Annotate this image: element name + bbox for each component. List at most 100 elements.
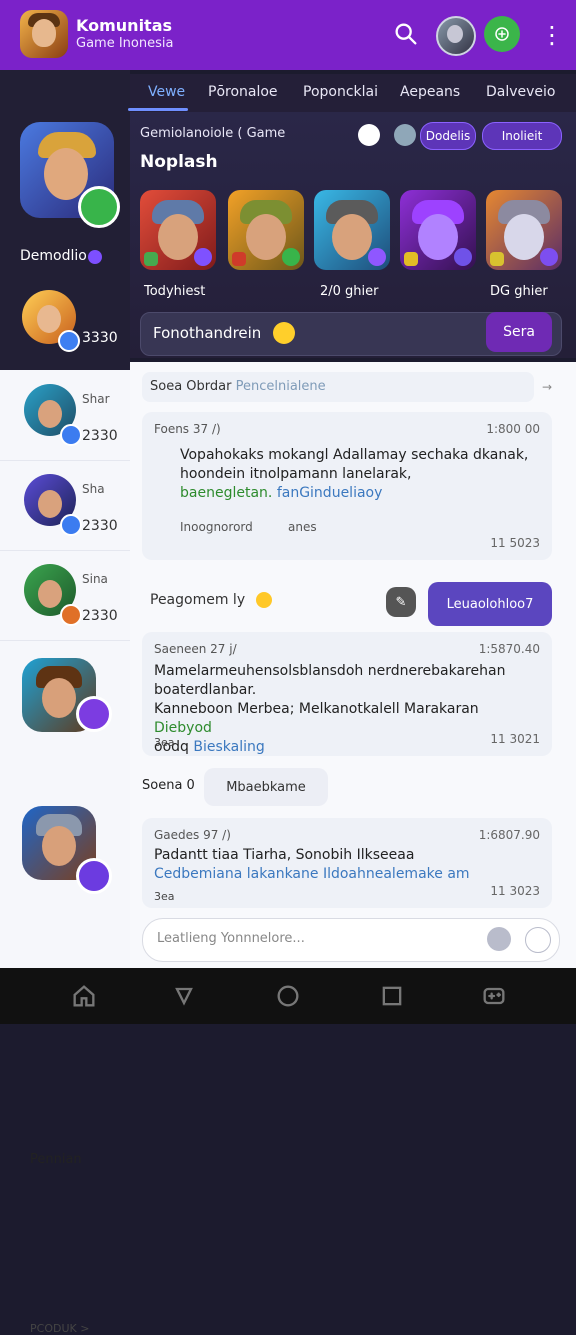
rail-label-icon [88,250,102,264]
top-bar: Komunitas Game Inonesia ⋮ [0,0,576,70]
message-line: hoondein itnolpamann lanelarak, [180,466,412,482]
rail-item-1[interactable]: Shar 2330 [0,370,130,461]
back-icon[interactable] [170,982,198,1010]
tab-poronaloe[interactable]: Pōronaloe [208,84,278,100]
character-face [504,214,544,260]
search-icon[interactable] [392,20,420,48]
left-rail: Shar 2330 Sha 2330 Sina 2330 Pennian PCO… [0,370,131,1335]
hero-search-text: Fonothandrein [153,324,262,342]
message-time: 1:6807.90 [478,828,540,842]
chip-button[interactable]: Mbaebkame [204,768,328,806]
rail-section-label: Pennian [30,1152,82,1167]
chevron-right-icon[interactable]: → [542,380,552,394]
message-link[interactable]: fanGindueliaoy [277,485,383,501]
message-footer-time: 11 3021 [490,732,540,746]
app-title: Komunitas [76,16,173,35]
rail-item-2[interactable]: Sha 2330 [0,460,130,551]
reply-row-label: Peagomem ly [150,592,246,608]
chip-row: Soena 0 Mbaebkame [142,768,542,806]
hero-search-button[interactable]: Sera [486,312,552,352]
character-badge-left [232,252,246,266]
character-badge-right [454,248,472,266]
rail-item-name: Sina [82,572,108,586]
message-line: oodq Bieskaling [154,738,540,757]
character-card-5[interactable] [486,190,562,270]
message-meta: Saeneen 27 j/ [154,642,237,656]
stat-2: 2/0 ghier [320,284,379,299]
mini-avatar-2[interactable] [394,124,416,146]
message-body: Mamelarmeuhensolsblansdoh nerdnerebakare… [154,662,540,757]
message-highlight: Diebyod [154,720,212,736]
shield-icon [60,424,82,446]
reply-button[interactable]: Leuaolohloo7 [428,582,552,626]
character-face [158,214,198,260]
chat-header-text: Soea Obrdar Pencelnialene [150,379,326,394]
message-meta: Gaedes 97 /) [154,828,231,842]
character-badge-left [490,252,504,266]
profile-avatar[interactable] [436,16,476,56]
message-line: Cedbemiana lakankane Ildoahnealemake am [154,866,470,882]
tab-dalveveio[interactable]: Dalveveio [486,84,556,100]
rail-item-name: Sha [82,482,105,496]
hero-section-title: Noplash [140,152,218,172]
character-face [332,214,372,260]
message-input[interactable]: Leatlieng Yonnnelore... [142,918,560,962]
character-card-1[interactable] [140,190,216,270]
pill-dodelis[interactable]: Dodelis [420,122,476,150]
character-badge-left [144,252,158,266]
character-card-3[interactable] [314,190,390,270]
rail-avatar-face [37,305,61,333]
character-badge-right [368,248,386,266]
message-footer-left: 3ea [154,890,175,903]
notification-badge[interactable] [484,16,520,52]
sticker-icon[interactable] [487,927,511,951]
character-badge-right [540,248,558,266]
message-line-text: Kanneboon Merbea; Melkanotkalell Marakar… [154,701,479,717]
rail-item-score: 2330 [82,608,118,624]
message-body: Vopahokaks mokangl Adallamay sechaka dka… [180,446,540,503]
message-highlight: baenegletan. [180,485,273,501]
avatar-face [42,826,76,866]
edit-icon[interactable]: ✎ [386,587,416,617]
message-footer-time: 11 3023 [490,884,540,898]
circle-icon[interactable] [274,982,302,1010]
app-logo[interactable] [20,10,68,58]
character-card-4[interactable] [400,190,476,270]
avatar-face [42,678,76,718]
mini-avatar-1[interactable] [358,124,380,146]
tab-aepeans[interactable]: Aepeans [400,84,460,100]
square-icon[interactable] [378,982,406,1010]
message-meta: Foens 37 /) [154,422,221,436]
message-input-placeholder: Leatlieng Yonnnelore... [157,931,305,946]
chat-header-title: Soea Obrdar [150,379,232,394]
rail-item-name: Shar [82,392,110,406]
share-icon[interactable] [76,858,112,894]
rail-footer-link[interactable]: PCODUK > [30,1322,89,1335]
hero-meta: Gemiolanoiole ( Game [140,126,285,141]
message-footer-left: 3ea [154,736,175,749]
reply-text: anes [288,520,317,534]
reply-row-text: Peagomem ly [150,592,272,608]
tab-vewe[interactable]: Vewe [148,84,185,100]
tab-poponcklai[interactable]: Poponcklai [303,84,378,100]
character-badge-right [194,248,212,266]
hero-badge [78,186,120,228]
tab-bar: Vewe Pōronaloe Poponcklai Aepeans Dalvev… [130,74,576,112]
rail-item-score: 2330 [82,518,118,534]
message-line: baenegletan. fanGindueliaoy [180,484,540,503]
search-icon[interactable] [525,927,551,953]
logo-face [32,19,56,47]
message-line: boaterdlanbar. [154,682,257,698]
shield-icon [58,330,80,352]
chat-header: Soea Obrdar Pencelnialene → [142,372,552,402]
character-card-2[interactable] [228,190,304,270]
message-link[interactable]: Bieskaling [193,739,264,755]
gamepad-icon [495,27,509,41]
kebab-menu-icon[interactable]: ⋮ [540,20,564,50]
close-icon[interactable] [76,696,112,732]
pill-inolieit[interactable]: Inolieit [482,122,562,150]
rail-item-3[interactable]: Sina 2330 [0,550,130,641]
gamepad-icon[interactable] [480,982,508,1010]
message-card-2: Saeneen 27 j/ 1:5870.40 Mamelarmeuhensol… [142,632,552,756]
home-icon[interactable] [70,982,98,1010]
